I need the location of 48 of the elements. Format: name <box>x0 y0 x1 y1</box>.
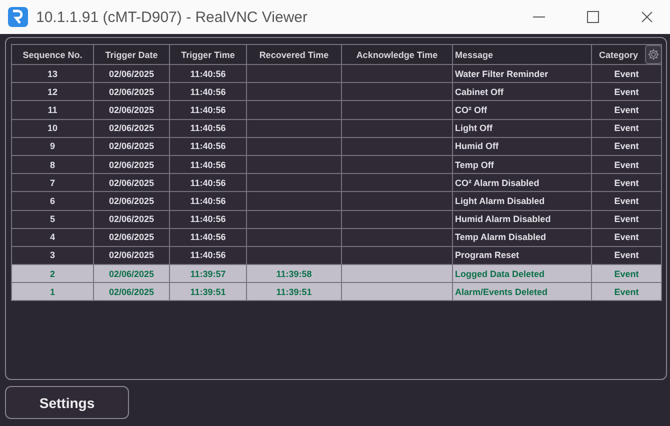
table-cell: 11:39:51 <box>246 282 342 301</box>
table-cell: 02/06/2025 <box>94 210 170 228</box>
table-cell: Light Off <box>452 119 592 138</box>
table-cell: 11:40:56 <box>170 192 246 210</box>
table-cell: 02/06/2025 <box>94 100 170 120</box>
minimize-icon <box>533 16 545 18</box>
table-cell: Event <box>592 119 662 138</box>
maximize-icon <box>587 11 599 23</box>
table-cell: Temp Alarm Disabled <box>452 228 592 246</box>
table-cell: Alarm/Events Deleted <box>452 282 592 301</box>
table-cell: Event <box>592 137 662 156</box>
table-cell: Light Alarm Disabled <box>452 192 592 210</box>
table-cell: Event <box>592 210 662 228</box>
gear-icon <box>647 48 660 61</box>
table-cell: 10 <box>12 119 94 138</box>
table-cell: 11:39:51 <box>170 282 246 301</box>
column-header: Sequence No. <box>12 44 94 64</box>
column-header: Message <box>452 44 592 64</box>
app-logo-icon <box>8 7 28 27</box>
table-cell: 5 <box>12 210 94 228</box>
table-cell: Event <box>592 192 662 210</box>
table-cell: 02/06/2025 <box>94 192 170 210</box>
table-cell: 02/06/2025 <box>94 228 170 246</box>
table-cell: Event <box>592 100 662 120</box>
table-cell: 11:40:56 <box>170 137 246 156</box>
table-cell: 11:40:56 <box>170 100 246 120</box>
table-cell: 02/06/2025 <box>94 282 170 301</box>
table-cell: 02/06/2025 <box>94 119 170 138</box>
table-cell: 11 <box>12 100 94 120</box>
table-cell: 6 <box>12 192 94 210</box>
table-cell: 4 <box>12 228 94 246</box>
table-cell: Humid Off <box>452 137 592 156</box>
table-cell: 02/06/2025 <box>94 137 170 156</box>
table-cell: 9 <box>12 137 94 156</box>
settings-button[interactable]: Settings <box>5 386 129 419</box>
table-cell: Humid Alarm Disabled <box>452 210 592 228</box>
settings-gear-button[interactable] <box>645 45 662 64</box>
table-cell: 1 <box>12 282 94 301</box>
window-title: 10.1.1.91 (cMT-D907) - RealVNC Viewer <box>36 8 308 26</box>
close-icon <box>641 11 653 23</box>
column-header: Acknowledge Time <box>342 44 452 64</box>
table-cell: 11:40:56 <box>170 210 246 228</box>
table-cell: Event <box>592 228 662 246</box>
table-cell: Event <box>592 282 662 301</box>
table-cell: 11:40:56 <box>170 119 246 138</box>
table-cell: CO² Off <box>452 100 592 120</box>
column-header: Recovered Time <box>246 44 342 64</box>
table-cell: 11:40:56 <box>170 228 246 246</box>
